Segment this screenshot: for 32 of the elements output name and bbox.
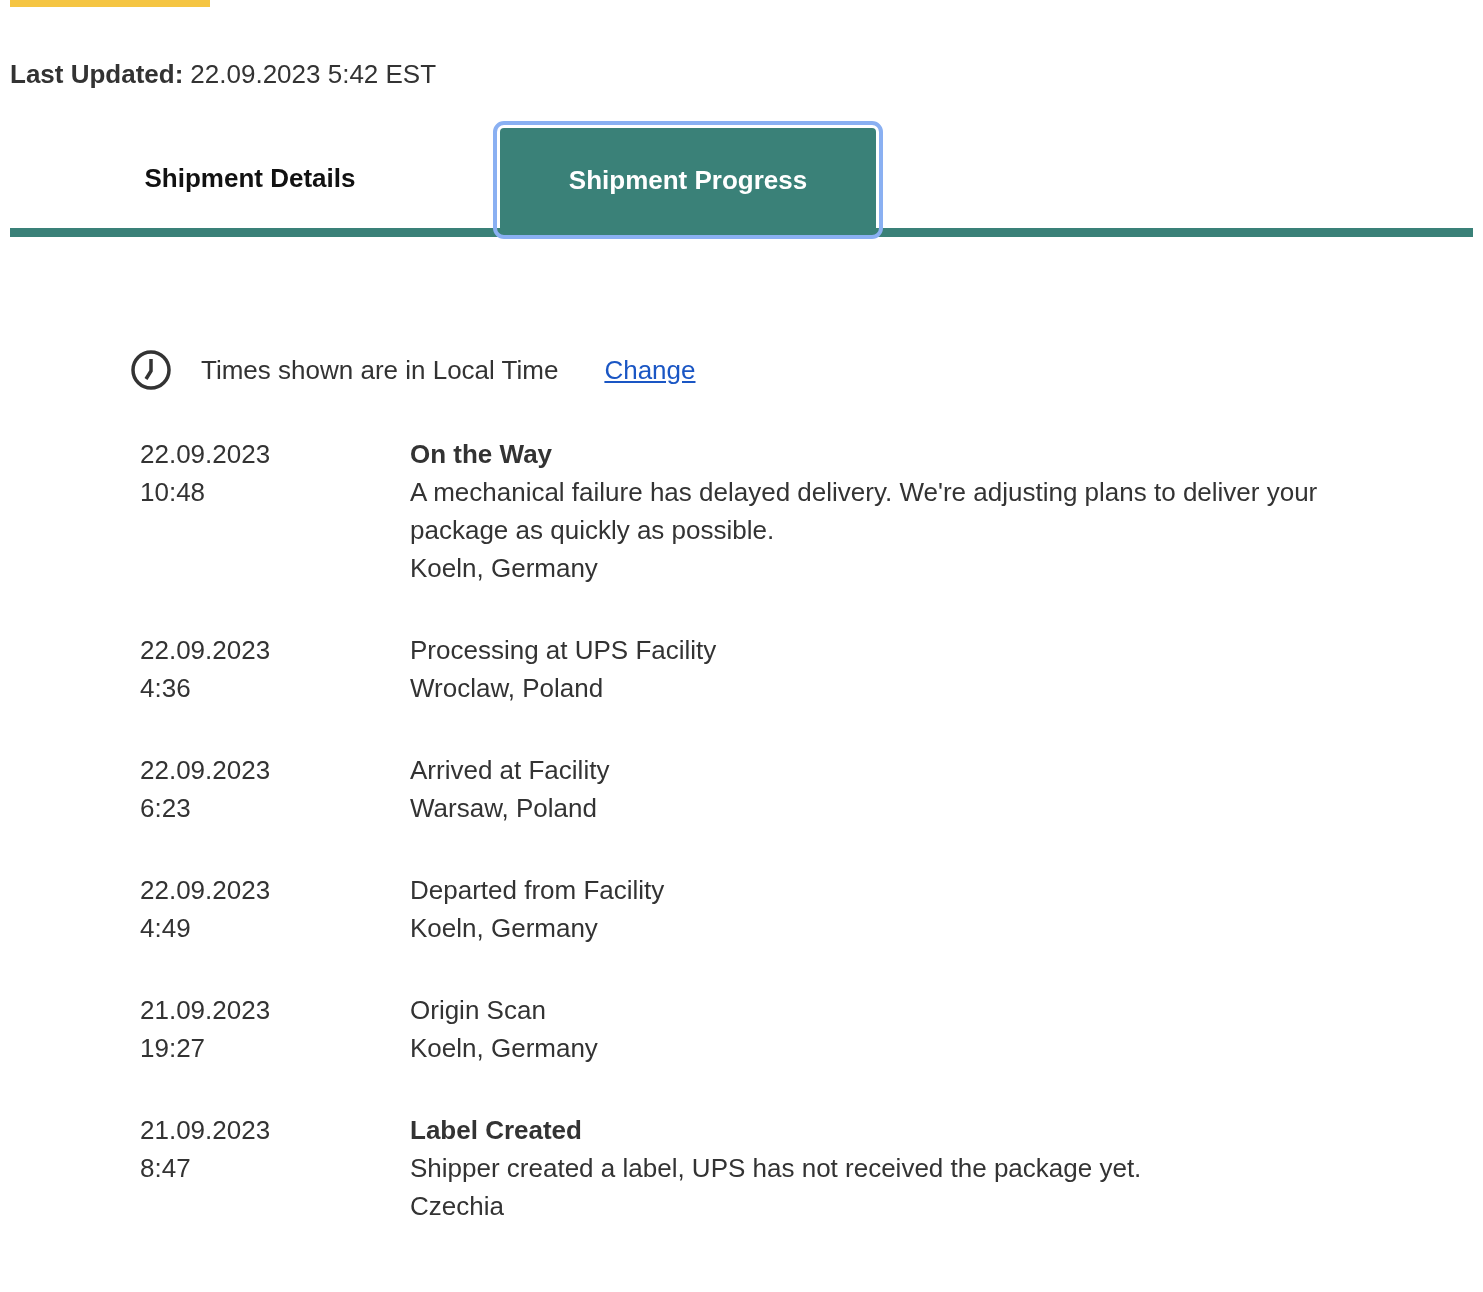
event-location: Koeln, Germany <box>410 1032 598 1065</box>
event-time: 6:23 <box>140 792 191 825</box>
event-time: 8:47 <box>140 1152 191 1185</box>
event-location: Warsaw, Poland <box>410 792 597 825</box>
event-date: 21.09.2023 <box>140 1114 271 1147</box>
event-status: Processing at UPS Facility <box>410 634 717 667</box>
event-description: A mechanical failure has delayed delivery. We're adjusting plans to deliver your package as quickly as possible. <box>410 476 1319 547</box>
last-updated-label: Last Updated: <box>10 59 184 90</box>
event-date: 22.09.2023 <box>140 438 271 471</box>
event-status: Origin Scan <box>410 994 546 1027</box>
change-link[interactable]: Change <box>604 354 696 386</box>
event-date: 21.09.2023 <box>140 994 271 1027</box>
event-date: 22.09.2023 <box>140 874 271 907</box>
event-location: Czechia <box>410 1190 504 1223</box>
event-status: On the Way <box>410 438 553 471</box>
event-date: 22.09.2023 <box>140 754 271 787</box>
event-description: Shipper created a label, UPS has not received the package yet. <box>410 1152 1142 1185</box>
tab[interactable]: Shipment Details <box>10 128 490 228</box>
event-date: 22.09.2023 <box>140 634 271 667</box>
last-updated-value: 22.09.2023 5:42 EST <box>190 59 437 90</box>
event-location: Koeln, Germany <box>410 552 598 585</box>
event-time: 4:49 <box>140 912 191 945</box>
time-zone-note: Times shown are in Local Time <box>201 354 559 386</box>
clock-icon <box>130 349 172 391</box>
event-status: Arrived at Facility <box>410 754 610 787</box>
event-location: Wroclaw, Poland <box>410 672 604 705</box>
event-time: 19:27 <box>140 1032 206 1065</box>
event-location: Koeln, Germany <box>410 912 598 945</box>
event-status: Departed from Facility <box>410 874 665 907</box>
event-status: Label Created <box>410 1114 582 1147</box>
event-time: 4:36 <box>140 672 191 705</box>
event-time: 10:48 <box>140 476 206 509</box>
